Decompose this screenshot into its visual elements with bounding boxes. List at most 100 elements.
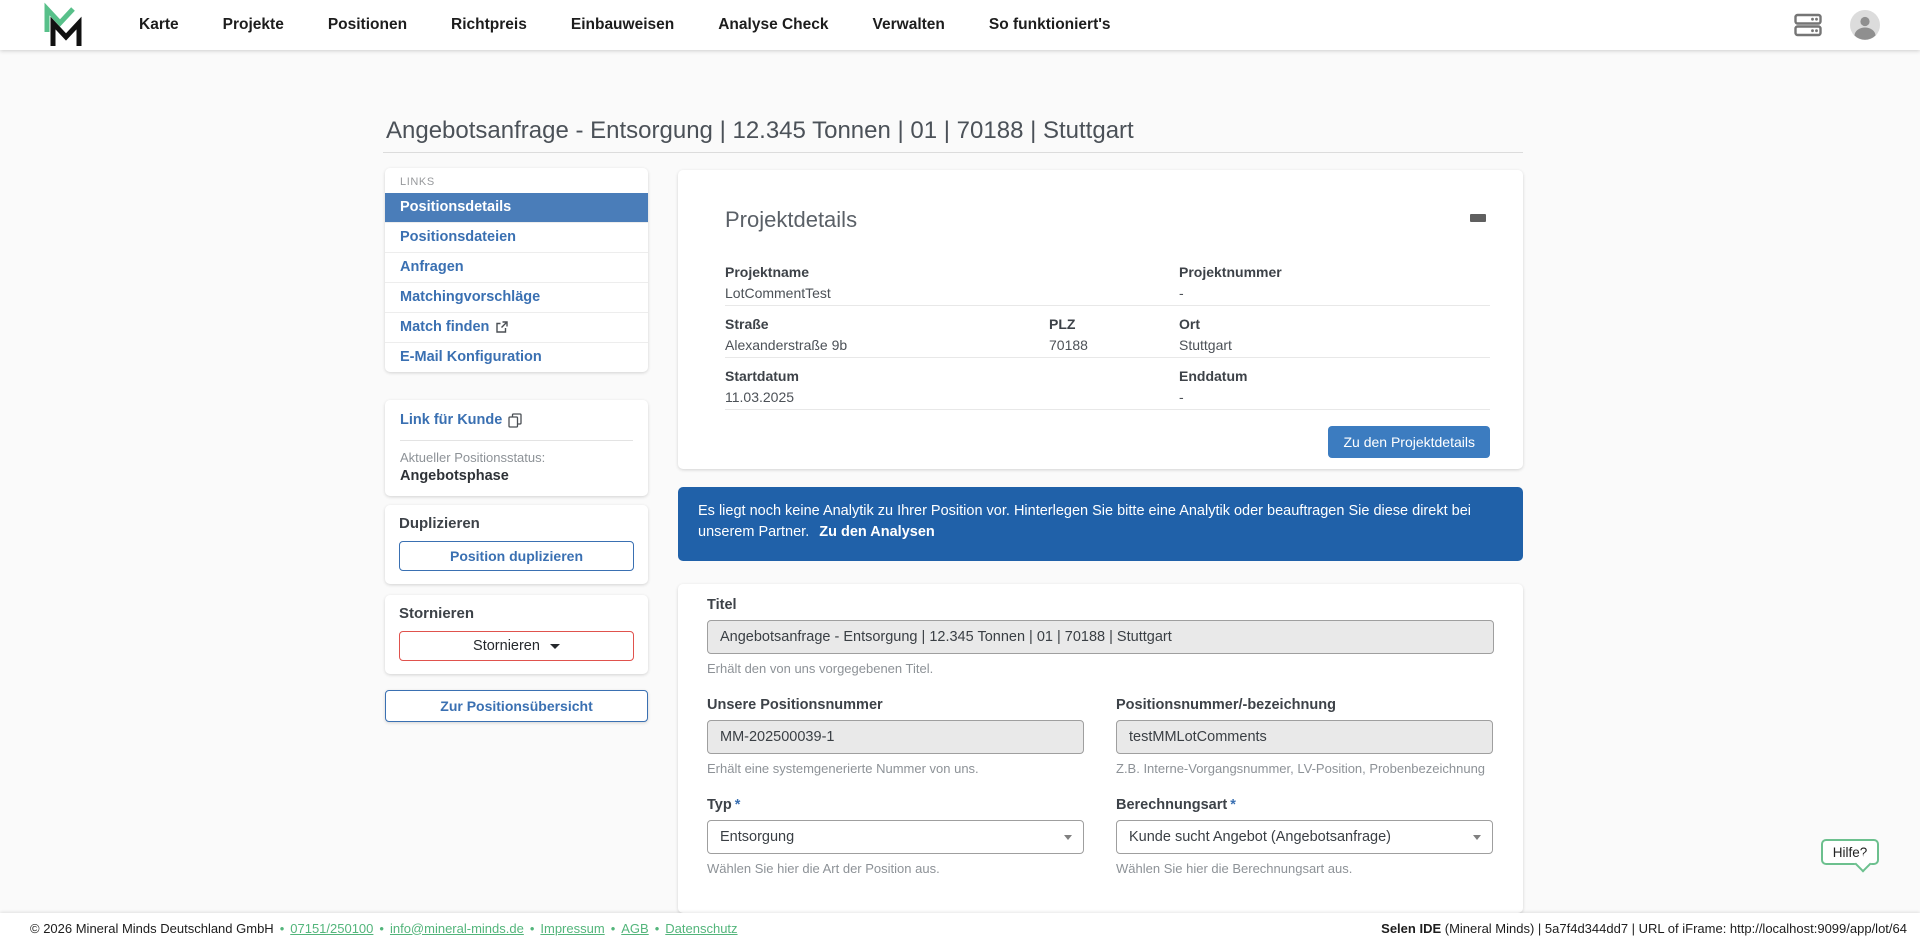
- position-status-label: Aktueller Positionsstatus:: [400, 450, 546, 465]
- alert-text: Es liegt noch keine Analytik zu Ihrer Po…: [698, 503, 1471, 541]
- sidebar-item-label: E-Mail Konfiguration: [400, 349, 542, 365]
- bezeichnung-label: Positionsnummer/-bezeichnung: [1116, 697, 1336, 713]
- page-title: Angebotsanfrage - Entsorgung | 12.345 To…: [386, 117, 1134, 144]
- footer-datenschutz-link[interactable]: Datenschutz: [665, 921, 737, 936]
- positionsnummer-field-group: Unsere Positionsnummer Erhält eine syste…: [707, 697, 1084, 776]
- separator-dot: •: [654, 920, 660, 936]
- projektname-label: Projektname: [725, 264, 810, 280]
- project-row-address: Straße Alexanderstraße 9b PLZ 70188 Ort …: [725, 306, 1490, 358]
- separator-dot: •: [379, 920, 384, 936]
- sidebar-item-email-konfiguration[interactable]: E-Mail Konfiguration: [385, 342, 648, 372]
- external-link-icon: [495, 320, 509, 334]
- berechnungsart-select-value: Kunde sucht Angebot (Angebotsanfrage): [1129, 829, 1391, 845]
- sidebar-item-match-finden[interactable]: Match finden: [385, 312, 648, 342]
- nav-item-karte[interactable]: Karte: [139, 16, 179, 34]
- nav-item-richtpreis[interactable]: Richtpreis: [451, 16, 527, 34]
- cancel-card: Stornieren Stornieren: [385, 595, 648, 674]
- bezeichnung-helper: Z.B. Interne-Vorgangsnummer, LV-Position…: [1116, 761, 1486, 776]
- footer-impressum-link[interactable]: Impressum: [540, 921, 604, 936]
- enddatum-label: Enddatum: [1179, 368, 1248, 384]
- divider: [400, 440, 633, 441]
- project-details-card: Projektdetails Projektname LotCommentTes…: [678, 170, 1523, 469]
- footer-phone-link[interactable]: 07151/250100: [290, 921, 373, 936]
- plz-value: 70188: [1049, 337, 1088, 353]
- project-details-grid: Projektname LotCommentTest Projektnummer…: [725, 254, 1490, 474]
- titel-input[interactable]: [707, 620, 1494, 654]
- required-asterisk: *: [734, 797, 741, 813]
- berechnungsart-label: Berechnungsart *: [1116, 797, 1236, 813]
- titel-helper: Erhält den von uns vorgegebenen Titel.: [707, 661, 934, 676]
- footer-email-link[interactable]: info@mineral-minds.de: [390, 921, 524, 936]
- required-asterisk: *: [1230, 797, 1236, 813]
- link-fuer-kunde-link[interactable]: Link für Kunde: [400, 412, 522, 428]
- position-form-card: Titel Erhält den von uns vorgegebenen Ti…: [678, 584, 1523, 913]
- ort-value: Stuttgart: [1179, 337, 1232, 353]
- typ-field-group: Typ * Entsorgung Wählen Sie hier die Art …: [707, 797, 1084, 876]
- duplicate-heading: Duplizieren: [399, 515, 480, 532]
- typ-label: Typ *: [707, 797, 741, 813]
- strasse-label: Straße: [725, 316, 769, 332]
- go-to-project-details-button[interactable]: Zu den Projektdetails: [1328, 426, 1490, 458]
- typ-select[interactable]: Entsorgung: [707, 820, 1084, 854]
- server-status-icon[interactable]: [1794, 13, 1822, 37]
- typ-select-value: Entsorgung: [720, 829, 795, 845]
- sidebar-item-label: Anfragen: [400, 259, 464, 275]
- nav-item-einbauweisen[interactable]: Einbauweisen: [571, 16, 674, 34]
- positionsnummer-input[interactable]: [707, 720, 1084, 754]
- project-row-name: Projektname LotCommentTest Projektnummer…: [725, 254, 1490, 306]
- footer: © 2026 Mineral Minds Deutschland GmbH • …: [0, 913, 1920, 943]
- cancel-button-label: Stornieren: [473, 638, 540, 654]
- bezeichnung-input[interactable]: [1116, 720, 1493, 754]
- titel-field-group: Titel Erhält den von uns vorgegebenen Ti…: [707, 597, 1494, 676]
- title-divider: [383, 152, 1523, 153]
- top-navigation-bar: Karte Projekte Positionen Richtpreis Ein…: [0, 0, 1920, 50]
- collapse-icon[interactable]: [1470, 214, 1486, 222]
- sidebar-item-label: Positionsdetails: [400, 199, 512, 215]
- nav-item-analyse-check[interactable]: Analyse Check: [718, 16, 828, 34]
- go-to-analyses-link[interactable]: Zu den Analysen: [819, 524, 934, 540]
- typ-helper: Wählen Sie hier die Art der Position aus…: [707, 861, 940, 876]
- berechnungsart-select[interactable]: Kunde sucht Angebot (Angebotsanfrage): [1116, 820, 1493, 854]
- sidebar-item-positionsdateien[interactable]: Positionsdateien: [385, 222, 648, 252]
- position-overview-button[interactable]: Zur Positionsübersicht: [385, 690, 648, 722]
- cancel-heading: Stornieren: [399, 605, 475, 622]
- plz-label: PLZ: [1049, 316, 1076, 332]
- sidebar-item-positionsdetails[interactable]: Positionsdetails: [385, 193, 648, 222]
- project-row-dates: Startdatum 11.03.2025 Enddatum -: [725, 358, 1490, 410]
- separator-dot: •: [610, 920, 616, 936]
- cancel-dropdown-button[interactable]: Stornieren: [399, 631, 634, 661]
- projektnummer-value: -: [1179, 285, 1184, 301]
- berechnungsart-helper: Wählen Sie hier die Berechnungsart aus.: [1116, 861, 1353, 876]
- links-heading: LINKS: [400, 176, 435, 188]
- enddatum-value: -: [1179, 389, 1184, 405]
- footer-agb-link[interactable]: AGB: [621, 921, 648, 936]
- separator-dot: •: [279, 920, 285, 936]
- positionsnummer-helper: Erhält eine systemgenerierte Nummer von …: [707, 761, 979, 776]
- sidebar-item-anfragen[interactable]: Anfragen: [385, 252, 648, 282]
- help-button[interactable]: Hilfe?: [1821, 839, 1879, 865]
- customer-link-card: Link für Kunde Aktueller Positionsstatus…: [385, 400, 648, 496]
- footer-left: © 2026 Mineral Minds Deutschland GmbH • …: [30, 921, 738, 936]
- sidebar-item-label: Match finden: [400, 319, 490, 335]
- nav-item-so-funktionierts[interactable]: So funktioniert's: [989, 16, 1111, 34]
- sidebar-item-matchingvorschlaege[interactable]: Matchingvorschläge: [385, 282, 648, 312]
- mineral-minds-logo[interactable]: [42, 2, 84, 48]
- footer-ide-name: Selen IDE: [1381, 920, 1442, 936]
- berechnungsart-field-group: Berechnungsart * Kunde sucht Angebot (Ang…: [1116, 797, 1493, 876]
- main-menu: Karte Projekte Positionen Richtpreis Ein…: [139, 16, 1111, 34]
- strasse-value: Alexanderstraße 9b: [725, 337, 848, 353]
- copy-icon[interactable]: [508, 412, 522, 428]
- nav-item-positionen[interactable]: Positionen: [328, 16, 407, 34]
- startdatum-label: Startdatum: [725, 368, 799, 384]
- duplicate-position-button[interactable]: Position duplizieren: [399, 541, 634, 571]
- startdatum-value: 11.03.2025: [725, 389, 795, 405]
- links-card: LINKS Positionsdetails Positionsdateien …: [385, 168, 648, 372]
- duplicate-card: Duplizieren Position duplizieren: [385, 505, 648, 584]
- nav-item-verwalten[interactable]: Verwalten: [873, 16, 945, 34]
- sidebar-item-label: Positionsdateien: [400, 229, 517, 245]
- nav-item-projekte[interactable]: Projekte: [223, 16, 284, 34]
- footer-ide-info: (Mineral Minds) | 5a7f4d344dd7 | URL of …: [1441, 920, 1907, 936]
- analytics-alert-banner: Es liegt noch keine Analytik zu Ihrer Po…: [678, 487, 1523, 561]
- user-avatar[interactable]: [1850, 10, 1880, 40]
- link-fuer-kunde-label: Link für Kunde: [400, 412, 503, 428]
